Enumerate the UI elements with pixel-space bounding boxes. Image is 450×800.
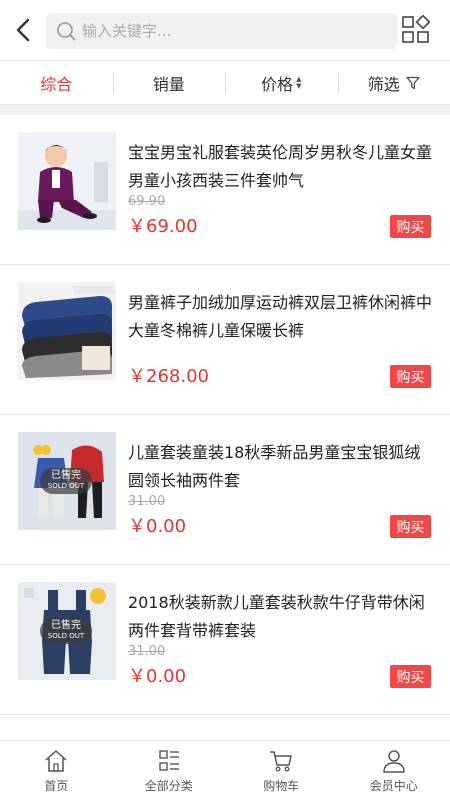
- sort-sales[interactable]: 销量: [112, 61, 226, 104]
- search-box[interactable]: [46, 13, 398, 49]
- product-image[interactable]: 已售完 SOLD OUT: [18, 582, 116, 680]
- tab-label: 购物车: [263, 779, 300, 793]
- sold-out-label-en: SOLD OUT: [47, 482, 85, 490]
- sold-out-label-en: SOLD OUT: [47, 632, 85, 640]
- buy-button[interactable]: 购买: [390, 215, 431, 238]
- product-item[interactable]: 已售完 SOLD OUT 2018秋装新款儿童套装秋款牛仔背带休闲两件套背带裤套…: [0, 565, 450, 715]
- product-title[interactable]: 2018秋装新款儿童套装秋款牛仔背带休闲两件套背带裤套装: [128, 589, 434, 645]
- back-button[interactable]: [8, 14, 38, 46]
- sort-label: 综合: [40, 74, 73, 94]
- product-item[interactable]: 已售完 SOLD OUT 儿童套装童装18秋季新品男童宝宝银狐绒圆领长袖两件套 …: [0, 415, 450, 565]
- top-bar: [0, 0, 450, 60]
- product-price: ￥69.00: [128, 216, 198, 237]
- sold-out-label: 已售完: [51, 470, 81, 481]
- sort-label: 销量: [152, 74, 185, 94]
- tab-cart[interactable]: 购物车: [225, 741, 338, 800]
- buy-button[interactable]: 购买: [390, 515, 431, 538]
- filter-icon: [406, 76, 420, 89]
- product-title[interactable]: 宝宝男宝礼服套装英伦周岁男秋冬儿童女童男童小孩西装三件套帅气: [128, 139, 434, 195]
- tab-label: 会员中心: [369, 779, 418, 793]
- sold-out-badge: 已售完 SOLD OUT: [40, 468, 92, 494]
- sort-label: 价格: [261, 74, 294, 94]
- category-icon: [159, 750, 179, 771]
- tab-label: 首页: [44, 779, 69, 793]
- product-list: 宝宝男宝礼服套装英伦周岁男秋冬儿童女童男童小孩西装三件套帅气 69.90 ￥69…: [0, 115, 450, 715]
- cart-icon: [270, 751, 292, 772]
- sort-comprehensive[interactable]: 综合: [0, 61, 113, 104]
- product-price: ￥268.00: [128, 366, 209, 387]
- tab-label: 全部分类: [144, 779, 193, 793]
- chevron-left-icon: [16, 18, 30, 42]
- product-item[interactable]: 宝宝男宝礼服套装英伦周岁男秋冬儿童女童男童小孩西装三件套帅气 69.90 ￥69…: [0, 115, 450, 265]
- bottom-tab-bar: 首页 全部分类 购物车 会员中心: [0, 740, 450, 800]
- filter-button[interactable]: 筛选: [337, 61, 450, 104]
- search-icon: [57, 22, 76, 41]
- divider-strip: [0, 105, 450, 115]
- product-price: ￥0.00: [128, 666, 187, 687]
- original-price: 69.90: [128, 194, 166, 209]
- sort-bar: 综合 销量 价格 ▲ ▼ 筛选: [0, 60, 450, 105]
- buy-button[interactable]: 购买: [390, 665, 431, 688]
- product-title[interactable]: 男童裤子加绒加厚运动裤双层卫裤休闲裤中大童冬棉裤儿童保暖长裤: [128, 289, 434, 345]
- sold-out-badge: 已售完 SOLD OUT: [40, 618, 92, 644]
- product-image[interactable]: [18, 282, 116, 380]
- product-image[interactable]: 已售完 SOLD OUT: [18, 432, 116, 530]
- search-input[interactable]: [82, 22, 382, 40]
- sort-arrows-icon: ▲ ▼: [296, 74, 302, 90]
- category-grid-button[interactable]: [400, 14, 432, 46]
- sort-label: 筛选: [367, 74, 400, 94]
- product-title[interactable]: 儿童套装童装18秋季新品男童宝宝银狐绒圆领长袖两件套: [128, 439, 434, 495]
- tab-member-center[interactable]: 会员中心: [338, 741, 450, 800]
- grid-icon: [402, 14, 431, 43]
- buy-button[interactable]: 购买: [390, 365, 431, 388]
- original-price: 31.00: [128, 494, 166, 509]
- sort-price[interactable]: 价格 ▲ ▼: [225, 61, 338, 104]
- home-icon: [45, 750, 67, 772]
- product-price: ￥0.00: [128, 516, 187, 537]
- product-item[interactable]: 男童裤子加绒加厚运动裤双层卫裤休闲裤中大童冬棉裤儿童保暖长裤 ￥268.00 购…: [0, 265, 450, 415]
- original-price: 31.00: [128, 644, 166, 659]
- tab-home[interactable]: 首页: [0, 741, 113, 800]
- sold-out-label: 已售完: [51, 620, 81, 631]
- tab-categories[interactable]: 全部分类: [113, 741, 226, 800]
- user-icon: [383, 750, 405, 773]
- product-image[interactable]: [18, 132, 116, 230]
